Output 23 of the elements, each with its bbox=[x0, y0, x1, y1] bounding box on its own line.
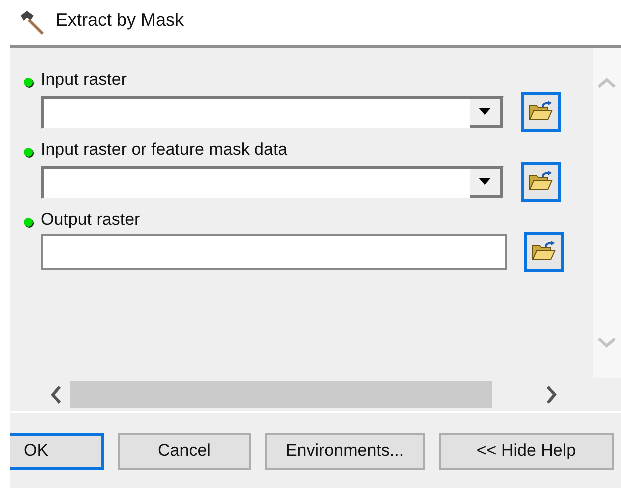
scroll-left-icon[interactable] bbox=[50, 386, 62, 404]
dropdown-field[interactable] bbox=[41, 166, 504, 198]
dropdown-field[interactable] bbox=[41, 96, 504, 128]
dialog-button[interactable]: Environments... bbox=[265, 432, 425, 470]
hammer-icon bbox=[20, 10, 46, 34]
dialog-button[interactable]: Cancel bbox=[118, 432, 251, 470]
parameter-label: Input raster bbox=[41, 70, 127, 90]
browse-button[interactable] bbox=[521, 92, 561, 132]
dropdown-arrow-icon bbox=[479, 108, 491, 115]
parameter-label: Input raster or feature mask data bbox=[41, 140, 288, 160]
parameter-label: Output raster bbox=[41, 210, 140, 230]
input-field[interactable] bbox=[41, 234, 507, 270]
dialog-button[interactable]: OK bbox=[10, 432, 104, 470]
browse-button[interactable] bbox=[521, 162, 561, 202]
scroll-right-icon[interactable] bbox=[546, 386, 558, 404]
window-title: Extract by Mask bbox=[56, 10, 184, 32]
open-folder-icon bbox=[532, 241, 556, 263]
open-folder-icon bbox=[529, 101, 553, 123]
open-folder-icon bbox=[529, 171, 553, 193]
dropdown-arrow-icon bbox=[479, 178, 491, 185]
scrollbar-thumb[interactable] bbox=[70, 381, 492, 408]
dialog-button[interactable]: << Hide Help bbox=[439, 432, 614, 470]
browse-button[interactable] bbox=[524, 232, 564, 272]
